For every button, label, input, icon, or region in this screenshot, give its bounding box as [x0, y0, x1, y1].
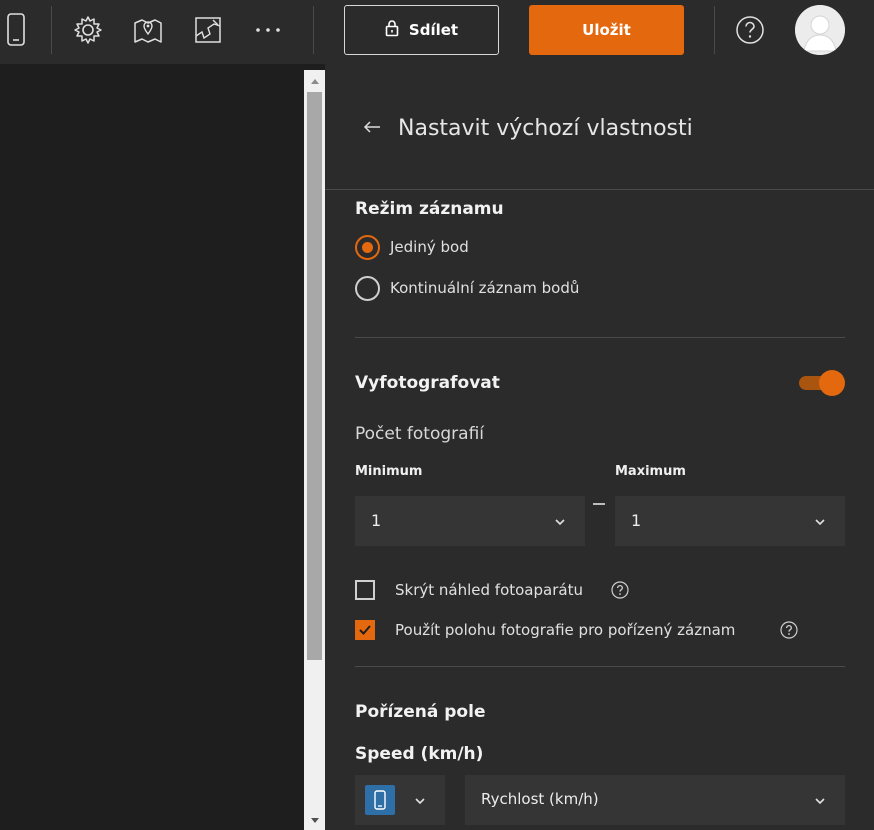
- divider: [355, 337, 845, 338]
- toolbar-separator: [313, 6, 314, 54]
- panel-header: Nastavit výchozí vlastnosti: [325, 64, 874, 190]
- map-pin-icon[interactable]: [128, 10, 168, 50]
- photo-toggle[interactable]: [799, 370, 845, 396]
- radio-single-point[interactable]: [355, 235, 380, 260]
- photo-section-title: Vyfotografovat: [355, 373, 500, 393]
- radio-continuous-points-label: Kontinuální záznam bodů: [390, 279, 580, 297]
- field-source-select[interactable]: [355, 775, 445, 825]
- hide-preview-label: Skrýt náhled fotoaparátu: [395, 581, 583, 599]
- share-button-label: Sdílet: [408, 21, 459, 39]
- captured-fields-title: Pořízená pole: [355, 702, 486, 722]
- page-title: Nastavit výchozí vlastnosti: [398, 116, 693, 141]
- use-photo-location-checkbox[interactable]: [355, 620, 375, 640]
- scrollbar[interactable]: [304, 70, 325, 830]
- help-icon[interactable]: [780, 621, 798, 639]
- share-button[interactable]: Sdílet: [344, 5, 499, 55]
- map-edit-icon[interactable]: [188, 10, 228, 50]
- chevron-down-icon: [813, 793, 827, 807]
- toolbar-separator: [51, 6, 52, 54]
- speed-field-title: Speed (km/h): [355, 744, 484, 764]
- chevron-down-icon: [553, 514, 567, 528]
- minimum-select[interactable]: 1: [355, 496, 585, 546]
- radio-single-point-label: Jediný bod: [390, 238, 469, 256]
- help-icon[interactable]: [611, 581, 629, 599]
- save-button[interactable]: Uložit: [529, 5, 684, 55]
- chevron-down-icon: [413, 793, 427, 807]
- chevron-down-icon: [813, 514, 827, 528]
- properties-panel: Nastavit výchozí vlastnosti Režim záznam…: [325, 64, 874, 830]
- maximum-select-value: 1: [631, 511, 642, 530]
- toolbar-separator: [714, 6, 715, 54]
- minimum-select-value: 1: [371, 511, 382, 530]
- maximum-label: Maximum: [615, 464, 686, 479]
- scroll-up-arrow-icon[interactable]: [304, 74, 325, 88]
- photo-count-label: Počet fotografií: [355, 424, 485, 444]
- speed-field-select[interactable]: Rychlost (km/h): [465, 775, 845, 825]
- speed-field-select-value: Rychlost (km/h): [481, 790, 599, 808]
- mobile-device-icon[interactable]: [0, 10, 36, 50]
- photo-toggle-knob: [819, 370, 845, 396]
- capture-mode-title: Režim záznamu: [355, 199, 504, 219]
- radio-continuous-points[interactable]: [355, 276, 380, 301]
- lock-icon: [385, 19, 399, 41]
- range-dash: [593, 503, 605, 505]
- more-icon[interactable]: [248, 10, 288, 50]
- gear-icon[interactable]: [68, 10, 108, 50]
- hide-preview-checkbox[interactable]: [355, 580, 375, 600]
- avatar[interactable]: [795, 5, 845, 55]
- canvas-area: [0, 70, 304, 830]
- scroll-down-arrow-icon[interactable]: [304, 814, 325, 828]
- divider: [355, 666, 845, 667]
- maximum-select[interactable]: 1: [615, 496, 845, 546]
- use-photo-location-label: Použít polohu fotografie pro pořízený zá…: [395, 621, 736, 639]
- minimum-label: Minimum: [355, 464, 423, 479]
- scrollbar-thumb[interactable]: [307, 92, 322, 660]
- back-arrow-icon[interactable]: [361, 116, 383, 138]
- top-toolbar: Sdílet Uložit: [0, 0, 874, 64]
- save-button-label: Uložit: [582, 21, 631, 39]
- mobile-device-icon: [365, 785, 395, 815]
- help-icon[interactable]: [730, 10, 770, 50]
